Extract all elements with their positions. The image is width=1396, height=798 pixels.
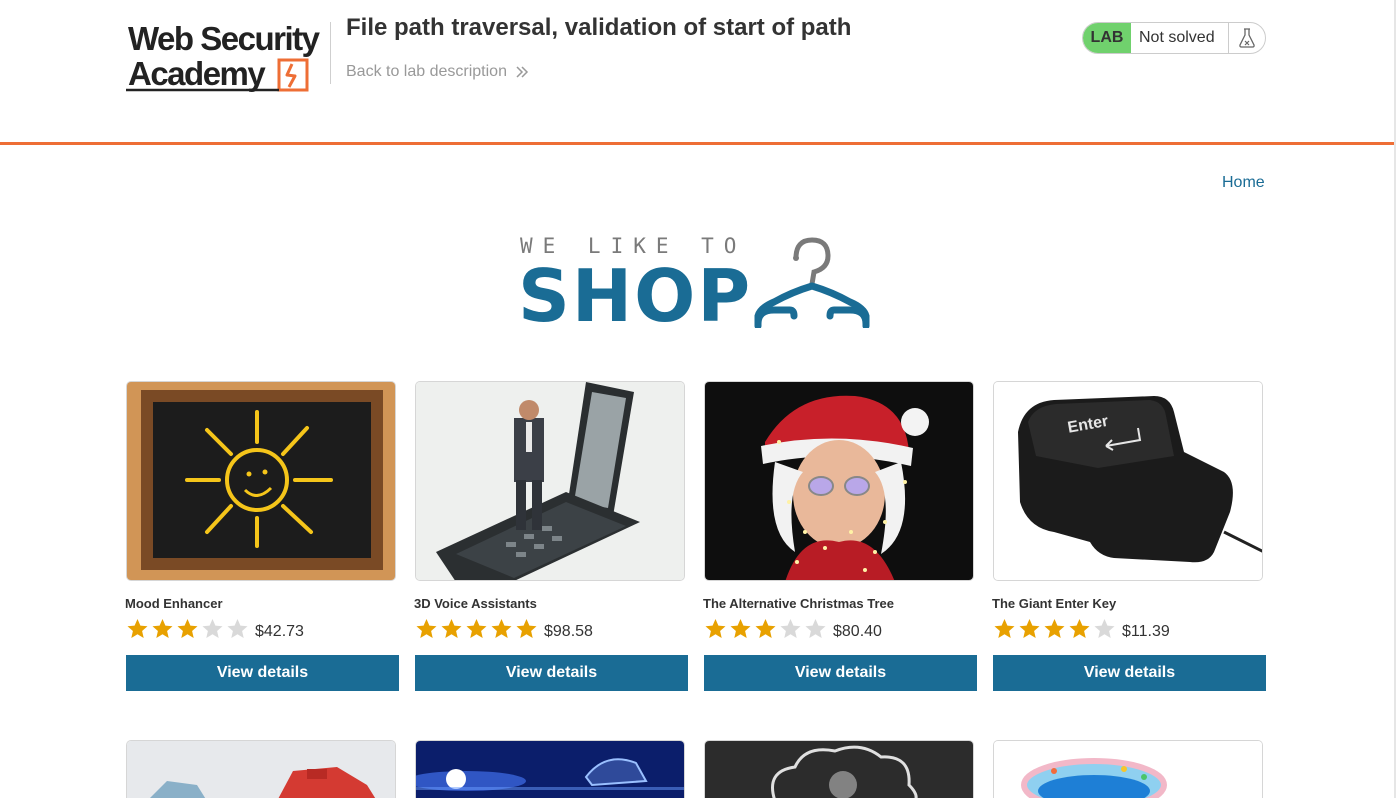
product-name: The Giant Enter Key bbox=[992, 596, 1117, 611]
star-filled-icon bbox=[439, 617, 464, 641]
star-filled-icon bbox=[1017, 617, 1042, 641]
product-name: The Alternative Christmas Tree bbox=[703, 596, 894, 611]
star-empty-icon bbox=[778, 617, 803, 641]
star-filled-icon bbox=[489, 617, 514, 641]
lab-status-text: Not solved bbox=[1131, 23, 1229, 53]
shop-banner: WE LIKE TO SHOP bbox=[518, 232, 878, 336]
flask-icon bbox=[1229, 23, 1265, 53]
lab-status-widget: LAB Not solved bbox=[1082, 22, 1266, 54]
star-filled-icon bbox=[753, 617, 778, 641]
star-filled-icon bbox=[728, 617, 753, 641]
header-divider bbox=[330, 22, 331, 84]
chalk-cloud-image bbox=[704, 740, 974, 798]
star-filled-icon bbox=[514, 617, 539, 641]
star-filled-icon bbox=[414, 617, 439, 641]
star-filled-icon bbox=[464, 617, 489, 641]
nav-home-link[interactable]: Home bbox=[1222, 174, 1265, 192]
lab-badge: LAB bbox=[1083, 23, 1131, 53]
hanger-icon bbox=[754, 237, 870, 328]
product-rating: $80.40 bbox=[703, 617, 882, 641]
logo-text-line1: Web Security bbox=[128, 20, 321, 57]
star-filled-icon bbox=[150, 617, 175, 641]
product-rating: $98.58 bbox=[414, 617, 593, 641]
lab-title: File path traversal, validation of start… bbox=[346, 14, 852, 41]
star-filled-icon bbox=[1042, 617, 1067, 641]
star-empty-icon bbox=[200, 617, 225, 641]
product-name: 3D Voice Assistants bbox=[414, 596, 537, 611]
product-name: Mood Enhancer bbox=[125, 596, 223, 611]
star-filled-icon bbox=[125, 617, 150, 641]
enter-key-image: Enter bbox=[993, 381, 1263, 581]
back-link-label: Back to lab description bbox=[346, 63, 507, 80]
view-details-button[interactable]: View details bbox=[993, 655, 1266, 691]
star-filled-icon bbox=[175, 617, 200, 641]
star-empty-icon bbox=[225, 617, 250, 641]
star-filled-icon bbox=[992, 617, 1017, 641]
star-empty-icon bbox=[803, 617, 828, 641]
product-price: $11.39 bbox=[1122, 623, 1170, 640]
chalkboard-sun-image bbox=[126, 381, 396, 581]
star-filled-icon bbox=[1067, 617, 1092, 641]
back-to-lab-description-link[interactable]: Back to lab description bbox=[346, 63, 529, 81]
view-details-button[interactable]: View details bbox=[704, 655, 977, 691]
product-price: $42.73 bbox=[255, 623, 304, 640]
paddling-pool-image bbox=[993, 740, 1263, 798]
phone-figure-image bbox=[415, 381, 685, 581]
banner-big-text: SHOP bbox=[518, 254, 753, 338]
product-price: $98.58 bbox=[544, 623, 593, 640]
star-filled-icon bbox=[703, 617, 728, 641]
site-header: Web Security Academy File path traversal… bbox=[0, 0, 1396, 145]
academy-logo[interactable]: Web Security Academy bbox=[126, 20, 326, 94]
product-rating: $11.39 bbox=[992, 617, 1170, 641]
double-chevron-right-icon bbox=[516, 66, 529, 78]
logo-text-line2: Academy bbox=[128, 55, 266, 92]
view-details-button[interactable]: View details bbox=[415, 655, 688, 691]
product-rating: $42.73 bbox=[125, 617, 304, 641]
santa-lights-image bbox=[704, 381, 974, 581]
star-empty-icon bbox=[1092, 617, 1117, 641]
product-price: $80.40 bbox=[833, 623, 882, 640]
cars-image bbox=[126, 740, 396, 798]
lights-speed-image bbox=[415, 740, 685, 798]
view-details-button[interactable]: View details bbox=[126, 655, 399, 691]
